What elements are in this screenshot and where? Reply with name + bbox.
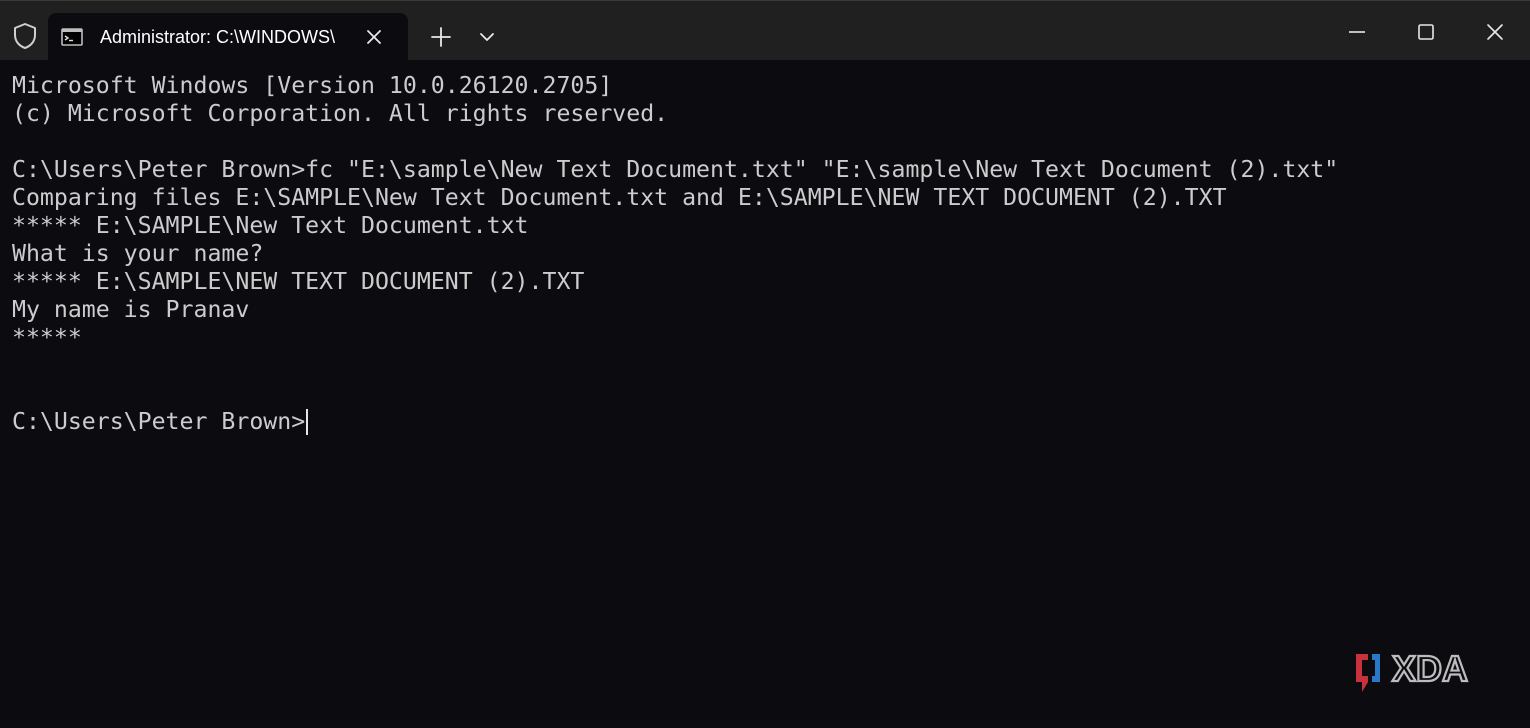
terminal-line: (c) Microsoft Corporation. All rights re… xyxy=(12,100,669,127)
title-bar[interactable]: Administrator: C:\WINDOWS\ xyxy=(0,0,1530,61)
terminal-line: What is your name? xyxy=(12,240,264,267)
chevron-down-icon[interactable] xyxy=(474,25,500,49)
terminal-line: ***** E:\SAMPLE\NEW TEXT DOCUMENT (2).TX… xyxy=(12,268,585,295)
close-window-button[interactable] xyxy=(1472,9,1518,55)
tab-title: Administrator: C:\WINDOWS\ xyxy=(100,27,336,47)
maximize-button[interactable] xyxy=(1403,9,1449,55)
tab-administrator[interactable]: Administrator: C:\WINDOWS\ xyxy=(48,13,408,61)
terminal-line: ***** xyxy=(12,324,82,351)
terminal-window: Administrator: C:\WINDOWS\ Microsoft Win… xyxy=(0,0,1530,728)
terminal-line: ***** E:\SAMPLE\New Text Document.txt xyxy=(12,212,529,239)
minimize-icon xyxy=(1349,31,1365,33)
terminal-icon xyxy=(61,28,83,46)
terminal-output[interactable]: Microsoft Windows [Version 10.0.26120.27… xyxy=(12,72,1512,712)
terminal-line: My name is Pranav xyxy=(12,296,250,323)
command-prompt: C:\Users\Peter Brown> xyxy=(12,408,306,435)
maximize-icon xyxy=(1418,24,1434,40)
terminal-line: Comparing files E:\SAMPLE\New Text Docum… xyxy=(12,184,1227,211)
close-icon xyxy=(1487,24,1503,40)
text-cursor xyxy=(306,409,309,435)
terminal-line: Microsoft Windows [Version 10.0.26120.27… xyxy=(12,72,613,99)
terminal-line: C:\Users\Peter Brown>fc "E:\sample\New T… xyxy=(12,156,1339,183)
xda-watermark: XDA xyxy=(1352,647,1502,696)
command-prompt-line[interactable]: C:\Users\Peter Brown> xyxy=(12,408,1512,436)
plus-icon[interactable] xyxy=(426,22,456,52)
close-icon[interactable] xyxy=(364,27,384,47)
shield-icon xyxy=(12,22,38,50)
minimize-button[interactable] xyxy=(1334,9,1380,55)
watermark-text: XDA xyxy=(1392,648,1468,689)
